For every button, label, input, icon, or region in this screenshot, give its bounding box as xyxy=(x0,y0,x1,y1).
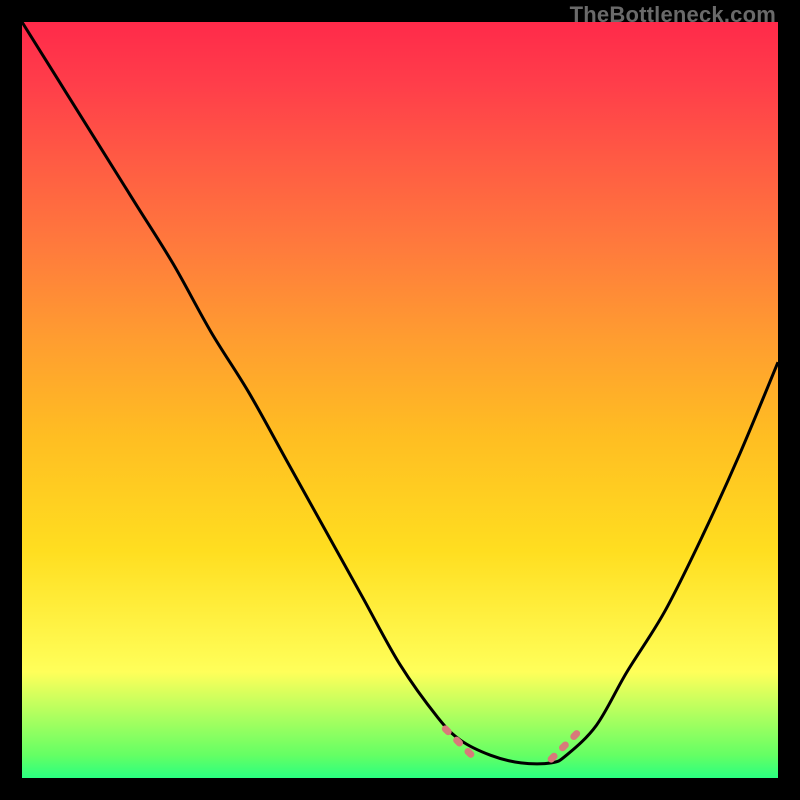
flat-region-dash-left xyxy=(445,729,475,759)
bottleneck-curve xyxy=(22,22,778,778)
curve-line xyxy=(22,22,778,764)
chart-frame xyxy=(22,22,778,778)
